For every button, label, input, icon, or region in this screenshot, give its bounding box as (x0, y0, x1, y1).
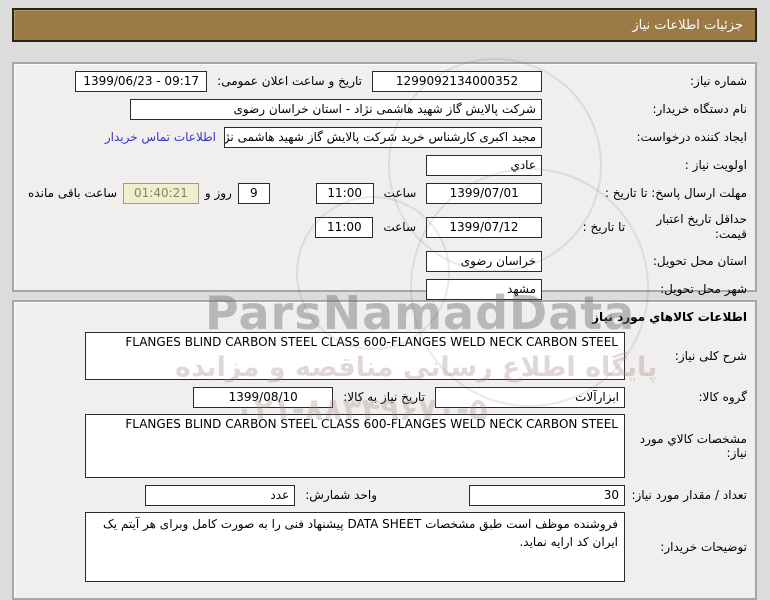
row-price-validity: حداقل تاریخ اعتبار قیمت: تا تاریخ : 1399… (22, 210, 747, 244)
goods-spec-label: مشخصات کالاي مورد نیاز: (625, 432, 747, 460)
general-description-label: شرح کلی نیاز: (625, 349, 747, 363)
remaining-label: ساعت باقی مانده (28, 186, 117, 200)
page-title: جزئیات اطلاعات نیاز (632, 18, 743, 33)
goods-group-field: ابزارآلات (435, 387, 625, 408)
row-priority: اولویت نیاز : عادي (22, 154, 747, 176)
row-general-description: شرح کلی نیاز: FLANGES BLIND CARBON STEEL… (22, 332, 747, 380)
row-buyer: نام دستگاه خریدار: شرکت پالایش گاز شهید … (22, 98, 747, 120)
days-left-field: 9 (238, 183, 270, 204)
priority-field: عادي (426, 155, 542, 176)
announce-datetime-label: تاریخ و ساعت اعلان عمومی: (217, 74, 362, 88)
page-title-bar: جزئیات اطلاعات نیاز (12, 8, 757, 42)
deadline-date-field: 1399/07/01 (426, 183, 542, 204)
delivery-province-label: استان محل تحویل: (542, 254, 747, 268)
row-quantity: تعداد / مقدار مورد نیاز: 30 واحد شمارش: … (22, 484, 747, 506)
until-date-label: تا تاریخ : (583, 220, 626, 234)
buyer-field: شرکت پالایش گاز شهید هاشمی نژاد - استان … (130, 99, 542, 120)
need-number-label: شماره نیاز: (542, 74, 747, 88)
priority-label: اولویت نیاز : (542, 158, 747, 172)
quantity-label: تعداد / مقدار مورد نیاز: (625, 488, 747, 502)
buyer-notes-label: توضیحات خریدار: (625, 540, 747, 554)
goods-info-panel: اطلاعات کالاهاي مورد نیاز شرح کلی نیاز: … (12, 300, 757, 600)
delivery-city-field: مشهد (426, 279, 542, 300)
creator-field: مجید اکبری کارشناس خرید شرکت پالایش گاز … (224, 127, 542, 148)
count-unit-label: واحد شمارش: (305, 488, 377, 502)
delivery-province-field: خراسان رضوی (426, 251, 542, 272)
need-date-label: تاریخ نیاز به کالا: (343, 390, 425, 404)
countdown-field: 01:40:21 (123, 183, 199, 204)
row-deadline: مهلت ارسال پاسخ: تا تاریخ : 1399/07/01 س… (22, 182, 747, 204)
validity-time-field: 11:00 (315, 217, 373, 238)
deadline-label: مهلت ارسال پاسخ: تا تاریخ : (542, 186, 747, 200)
deadline-hour-label: ساعت (384, 186, 417, 200)
need-details-page: { "colors": { "titlebar_bg": "#9c7a45", … (0, 0, 770, 545)
row-delivery-city: شهر محل تحویل: مشهد (22, 278, 747, 300)
validity-date-field: 1399/07/12 (426, 217, 542, 238)
row-buyer-notes: توضیحات خریدار: فروشنده موظف است طبق مشخ… (22, 512, 747, 582)
count-unit-field: عدد (145, 485, 295, 506)
buyer-contact-link[interactable]: اطلاعات تماس خریدار (105, 130, 216, 144)
need-date-field: 1399/08/10 (193, 387, 333, 408)
buyer-notes-field: فروشنده موظف است طبق مشخصات DATA SHEET پ… (85, 512, 625, 582)
row-need-number: شماره نیاز: 1299092134000352 تاریخ و ساع… (22, 70, 747, 92)
days-and-label: روز و (205, 186, 232, 200)
price-validity-label: حداقل تاریخ اعتبار قیمت: (629, 212, 747, 242)
need-info-panel: شماره نیاز: 1299092134000352 تاریخ و ساع… (12, 62, 757, 292)
validity-label-group: حداقل تاریخ اعتبار قیمت: تا تاریخ : (542, 212, 747, 242)
announce-datetime-field: 1399/06/23 - 09:17 (75, 71, 207, 92)
quantity-field: 30 (469, 485, 625, 506)
delivery-city-label: شهر محل تحویل: (542, 282, 747, 296)
general-description-field: FLANGES BLIND CARBON STEEL CLASS 600-FLA… (85, 332, 625, 380)
buyer-label: نام دستگاه خریدار: (542, 102, 747, 116)
validity-hour-label: ساعت (383, 220, 416, 234)
goods-group-label: گروه کالا: (625, 390, 747, 404)
deadline-time-field: 11:00 (316, 183, 374, 204)
goods-spec-field: FLANGES BLIND CARBON STEEL CLASS 600-FLA… (85, 414, 625, 478)
row-delivery-province: استان محل تحویل: خراسان رضوی (22, 250, 747, 272)
row-creator: ایجاد کننده درخواست: مجید اکبری کارشناس … (22, 126, 747, 148)
need-number-field: 1299092134000352 (372, 71, 542, 92)
row-goods-spec: مشخصات کالاي مورد نیاز: FLANGES BLIND CA… (22, 414, 747, 478)
row-goods-group: گروه کالا: ابزارآلات تاریخ نیاز به کالا:… (22, 386, 747, 408)
goods-section-title: اطلاعات کالاهاي مورد نیاز (22, 310, 747, 324)
creator-label: ایجاد کننده درخواست: (542, 130, 747, 144)
